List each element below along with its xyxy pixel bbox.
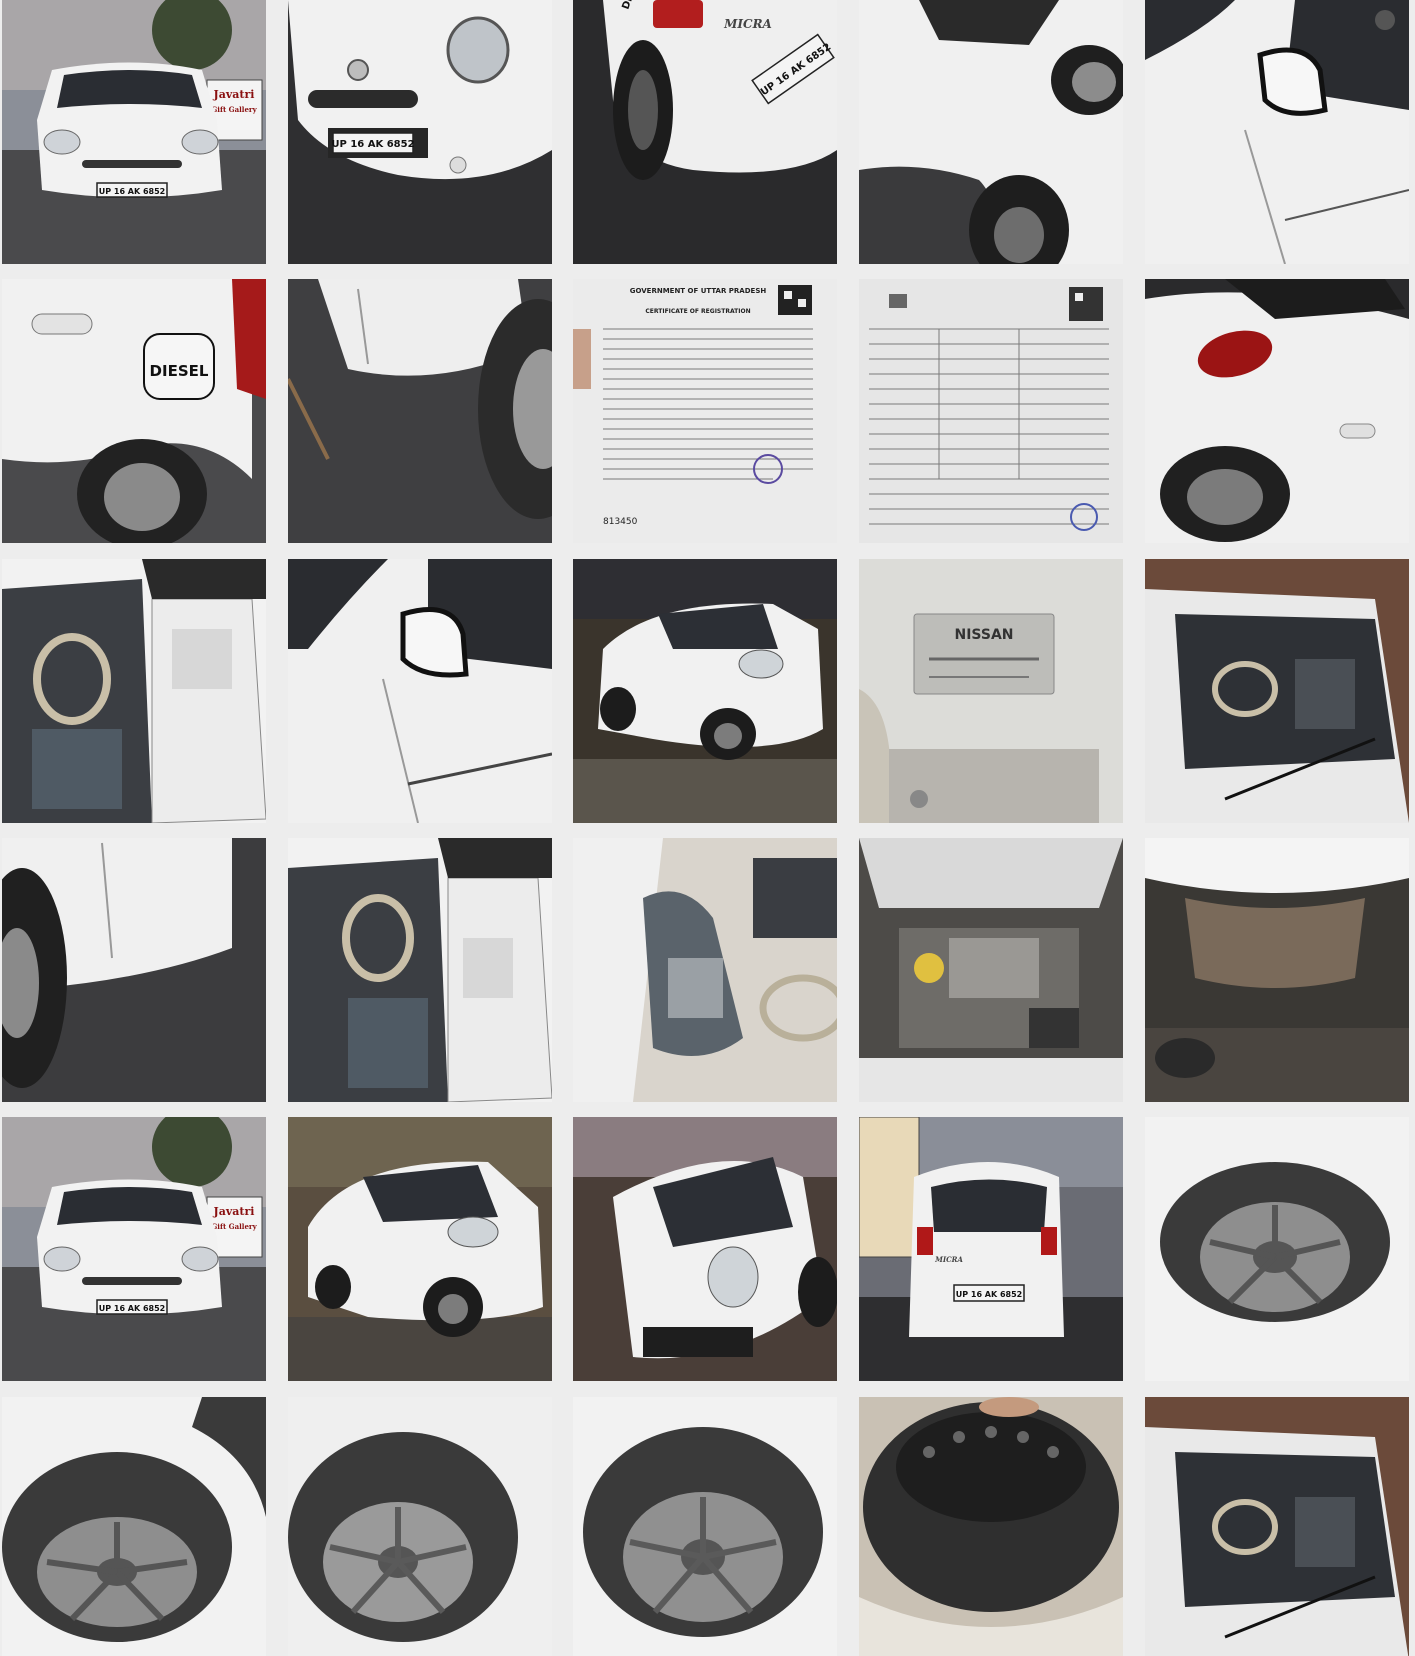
photo-thumbnail-front-view-dusk[interactable]: Javatri Gift Gallery UP 16 AK 6852: [2, 1117, 266, 1381]
photo-thumbnail-rear-side-panel[interactable]: [2, 838, 266, 1102]
license-plate: UP 16 AK 6852: [956, 1290, 1023, 1299]
shop-sign-line2: Gift Gallery: [211, 1222, 257, 1231]
photo-thumbnail-insurance-policy[interactable]: [859, 279, 1123, 543]
photo-thumbnail-interior-windscreen-2[interactable]: [1145, 1397, 1409, 1656]
photo-thumbnail-front-low-angle[interactable]: [573, 1117, 837, 1381]
license-plate: UP 16 AK 6852: [99, 187, 166, 196]
photo-thumbnail-fuel-lid[interactable]: DIESEL: [2, 279, 266, 543]
photo-thumbnail-rear-tail-light[interactable]: [1145, 279, 1409, 543]
photo-thumbnail-side-mirror[interactable]: [288, 559, 552, 823]
photo-thumbnail-interior-door-open-2[interactable]: [288, 838, 552, 1102]
photo-thumbnail-front-view[interactable]: Javatri Gift Gallery UP 16 AK 6852: [2, 0, 266, 264]
photo-thumbnail-rear-bumper[interactable]: DIESEL MICRA UP 16 AK 6852: [573, 0, 837, 264]
photo-thumbnail-interior-windscreen[interactable]: [1145, 559, 1409, 823]
shop-sign-line1: Javatri: [213, 88, 255, 101]
photo-thumbnail-registration-certificate[interactable]: GOVERNMENT OF UTTAR PRADESH CERTIFICATE …: [573, 279, 837, 543]
vin-plate-brand: NISSAN: [954, 627, 1013, 643]
photo-thumbnail-engine-bay[interactable]: [859, 838, 1123, 1102]
shop-sign-line2: Gift Gallery: [211, 105, 257, 114]
photo-thumbnail-front-bumper[interactable]: UP 16 AK 6852: [288, 0, 552, 264]
photo-thumbnail-front-three-quarter-dusk[interactable]: [288, 1117, 552, 1381]
license-plate: UP 16 AK 6852: [331, 139, 414, 150]
model-badge: MICRA: [934, 1255, 963, 1264]
photo-thumbnail-door-mirror[interactable]: [1145, 0, 1409, 264]
photo-thumbnail-rear-door-lower[interactable]: [288, 279, 552, 543]
rc-doc-title: GOVERNMENT OF UTTAR PRADESH: [630, 287, 767, 295]
photo-thumbnail-rear-view-street[interactable]: MICRA UP 16 AK 6852: [859, 1117, 1123, 1381]
photo-thumbnail-underbody[interactable]: [1145, 838, 1409, 1102]
shop-sign-line1: Javatri: [213, 1205, 255, 1218]
photo-thumbnail-tyre-rear-left[interactable]: [288, 1397, 552, 1656]
rc-serial: 813450: [603, 517, 638, 527]
rc-doc-subtitle: CERTIFICATE OF REGISTRATION: [645, 308, 750, 315]
photo-thumbnail-tyre-rear-right[interactable]: [573, 1397, 837, 1656]
photo-gallery: Javatri Gift Gallery UP 16 AK 6852 UP 16…: [0, 0, 1415, 1656]
license-plate: UP 16 AK 6852: [99, 1304, 166, 1313]
photo-thumbnail-tyre-front-left[interactable]: [1145, 1117, 1409, 1381]
photo-thumbnail-front-three-quarter-night[interactable]: [573, 559, 837, 823]
photo-thumbnail-tyre-front-right[interactable]: [2, 1397, 266, 1656]
model-badge: MICRA: [723, 17, 772, 31]
photo-thumbnail-front-seats[interactable]: [573, 838, 837, 1102]
photo-thumbnail-front-fender[interactable]: [859, 0, 1123, 264]
fuel-label: DIESEL: [150, 362, 209, 380]
photo-thumbnail-spare-tyre[interactable]: [859, 1397, 1123, 1656]
photo-thumbnail-interior-door-open[interactable]: [2, 559, 266, 823]
photo-thumbnail-chassis-vin-plate[interactable]: NISSAN: [859, 559, 1123, 823]
